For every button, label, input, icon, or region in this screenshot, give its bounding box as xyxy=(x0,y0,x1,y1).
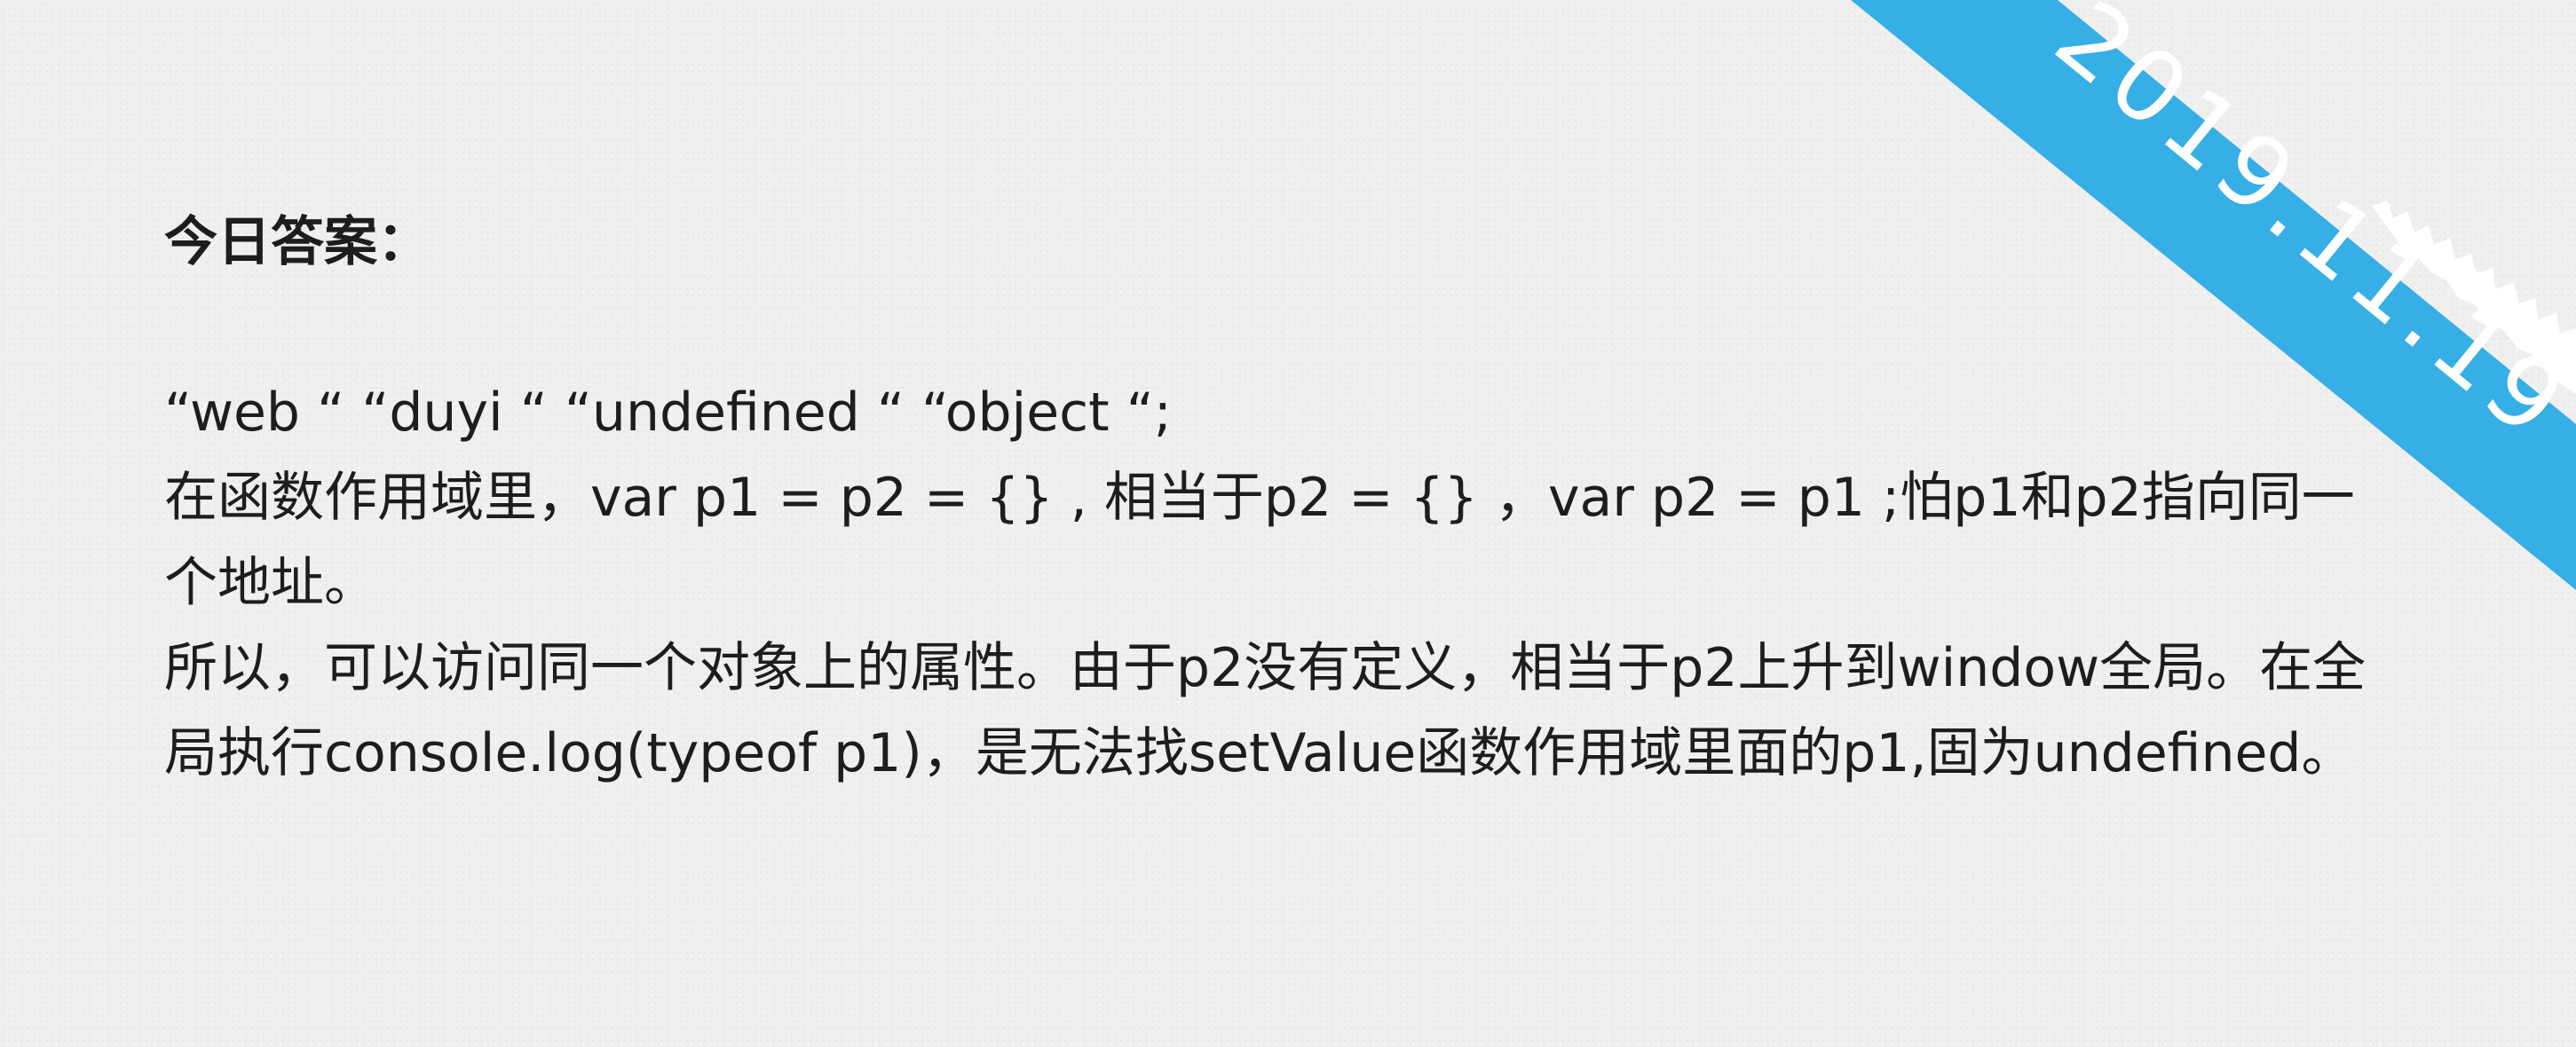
ribbon-torn-edge xyxy=(2372,201,2576,394)
answer-body: “web “ “duyi “ “undefined “ “object “; 在… xyxy=(164,370,2401,796)
answer-card: 今日答案： “web “ “duyi “ “undefined “ “objec… xyxy=(164,200,2401,796)
answer-line-conclusion: 所以，可以访问同一个对象上的属性。由于p2没有定义，相当于p2上升到window… xyxy=(164,637,2367,784)
answer-heading: 今日答案： xyxy=(164,211,431,273)
answer-line-values: “web “ “duyi “ “undefined “ “object “; xyxy=(164,382,1173,444)
answer-line-explanation: 在函数作用域里，var p1 = p2 = {} , 相当于p2 = {} ，v… xyxy=(164,467,2355,614)
